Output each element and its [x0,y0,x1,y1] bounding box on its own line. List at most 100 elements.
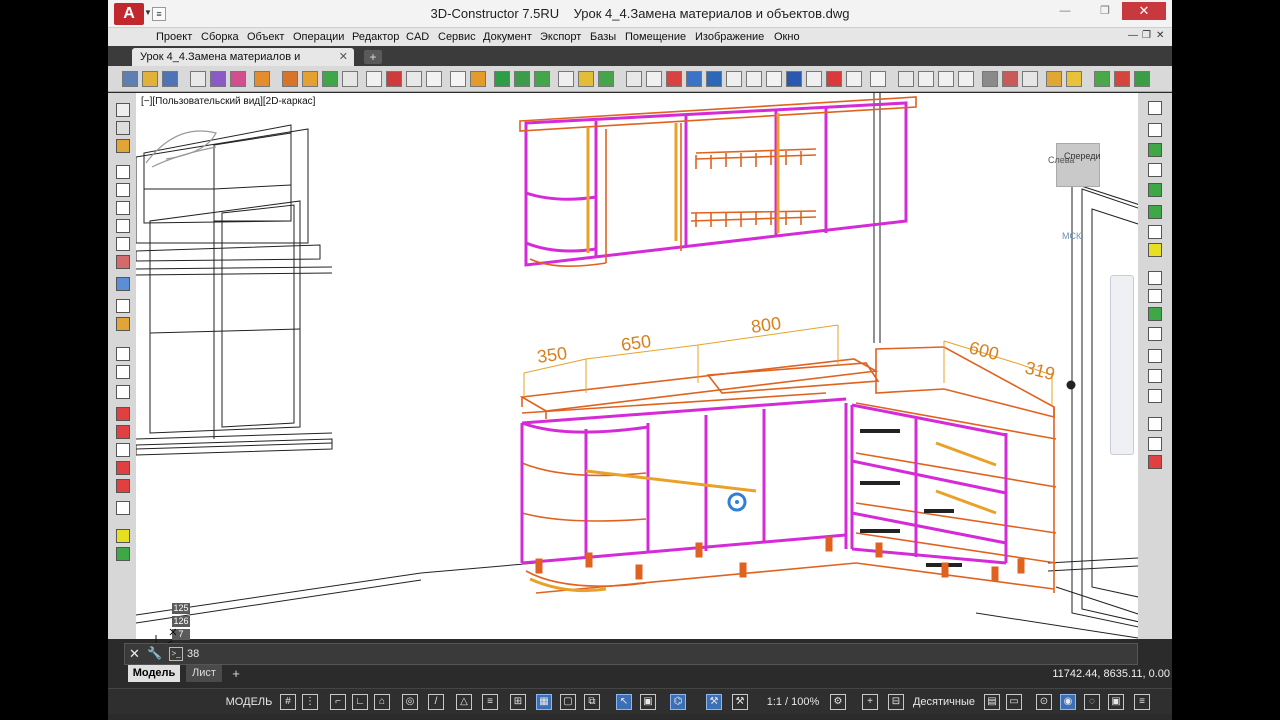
add-layout-button[interactable]: + [228,665,244,682]
menu-service[interactable]: Сервис [438,28,476,46]
extend-icon[interactable] [116,425,130,439]
copy-tool-icon[interactable] [116,365,130,379]
tab-document[interactable]: Урок 4_4.Замена материалов и объектов* ✕ [132,48,354,81]
dynamic-input-icon[interactable]: ▦ [536,694,552,710]
units-icon[interactable]: ⊟ [888,694,904,710]
cut-icon[interactable] [578,71,594,87]
dim-diameter-icon[interactable] [1148,183,1162,197]
maximize-button[interactable]: ❐ [1092,2,1118,20]
leg-icon[interactable] [534,71,550,87]
assembly-icon[interactable] [230,71,246,87]
menu-export[interactable]: Экспорт [540,28,581,46]
auto-scale-icon[interactable]: ⚒ [732,694,748,710]
edge-icon[interactable] [302,71,318,87]
command-line-close-icon[interactable]: ✕ [129,646,140,662]
view-top-icon[interactable] [918,71,934,87]
menu-object[interactable]: Объект [247,28,284,46]
navigation-bar[interactable] [1110,275,1134,455]
grid-icon[interactable]: # [280,694,296,710]
group-icon[interactable] [846,71,862,87]
drawer-icon[interactable] [366,71,382,87]
annotation-visibility-icon[interactable]: ⚒ [706,694,722,710]
tolerance-icon[interactable] [1148,289,1162,303]
leader-icon[interactable] [1148,271,1162,285]
layer-red-icon[interactable] [1114,71,1130,87]
chamfer-icon[interactable] [116,461,130,475]
rectangle-icon[interactable] [116,183,130,197]
handle-icon[interactable] [470,71,486,87]
menu-room[interactable]: Помещение [625,28,686,46]
drawing-viewport[interactable]: 350 650 800 600 319 [−][Пользовательский… [136,93,1138,639]
annotation-monitor-icon[interactable]: ▣ [640,694,656,710]
ortho-icon[interactable]: ⌐ [330,694,346,710]
open-icon[interactable] [142,71,158,87]
isometric-icon[interactable]: ⊞ [510,694,526,710]
box-icon[interactable] [806,71,822,87]
table-icon[interactable] [116,299,130,313]
clean-screen-icon[interactable]: ◌ [1084,694,1100,710]
dim-angle-icon[interactable] [1148,143,1162,157]
point-icon[interactable] [116,165,130,179]
plinth-icon[interactable] [514,71,530,87]
info-icon[interactable] [870,71,886,87]
circle-icon[interactable] [116,201,130,215]
match-props-icon[interactable] [1148,437,1162,451]
dim-edit-icon[interactable] [1148,327,1162,341]
menu-operations[interactable]: Операции [293,28,344,46]
mirror-icon[interactable] [686,71,702,87]
preview-icon[interactable] [210,71,226,87]
copy-icon[interactable] [726,71,742,87]
annotation-scale-dropdown[interactable]: 1:1 / 100% [760,693,826,711]
layer-green-icon[interactable] [1094,71,1110,87]
align-icon[interactable] [706,71,722,87]
clean-screen-toggle-icon[interactable]: ▣ [1108,694,1124,710]
new-tab-button[interactable]: + [364,50,382,64]
shelf-icon[interactable] [406,71,422,87]
hardware-acceleration-icon[interactable]: ◉ [1060,694,1076,710]
menu-window[interactable]: Окно [774,28,800,46]
dim-baseline-icon[interactable] [1148,225,1162,239]
layer-off-icon[interactable] [1148,455,1162,469]
green-panel-icon[interactable] [494,71,510,87]
trim-icon[interactable] [116,407,130,421]
view-side-icon[interactable] [958,71,974,87]
report-icon[interactable] [1022,71,1038,87]
line-icon[interactable] [116,103,130,117]
frame-icon[interactable] [786,71,802,87]
block-icon[interactable] [116,317,130,331]
panel-icon[interactable] [282,71,298,87]
transparency-icon[interactable]: △ [456,694,472,710]
menu-editor[interactable]: Редактор [352,28,399,46]
render-icon[interactable] [982,71,998,87]
dim-aligned-icon[interactable] [1148,123,1162,137]
explode-icon[interactable] [116,501,130,515]
otrack-icon[interactable]: ◎ [402,694,418,710]
menu-image[interactable]: Изображение [695,28,764,46]
view-front-icon[interactable] [938,71,954,87]
osnap-icon[interactable]: ⌂ [374,694,390,710]
arc-icon[interactable] [116,139,130,153]
dim-radius-icon[interactable] [1148,163,1162,177]
new-icon[interactable] [122,71,138,87]
command-input[interactable] [187,646,1087,662]
menu-databases[interactable]: Базы [590,28,616,46]
close-window-button[interactable]: ✕ [1122,2,1166,20]
menu-cad[interactable]: CAD [406,28,429,46]
polar-icon[interactable]: ∟ [352,694,368,710]
door-icon[interactable] [386,71,402,87]
move-icon[interactable] [646,71,662,87]
center-mark-icon[interactable] [1148,307,1162,321]
measure-icon[interactable] [766,71,782,87]
settings-gear-icon[interactable]: ⚙ [830,694,846,710]
workspace-icon[interactable]: ⌬ [670,694,686,710]
worktop-icon[interactable] [426,71,442,87]
model-space-button[interactable]: МОДЕЛЬ [224,693,274,711]
snap-icon[interactable]: ⋮ [302,694,318,710]
spec-icon[interactable] [1046,71,1062,87]
fitting-icon[interactable] [342,71,358,87]
break-icon[interactable] [116,443,130,457]
hatch-icon[interactable] [116,255,130,269]
profile-icon[interactable] [322,71,338,87]
delete-icon[interactable] [826,71,842,87]
doc-restore-button[interactable]: ❐ [1142,30,1151,41]
